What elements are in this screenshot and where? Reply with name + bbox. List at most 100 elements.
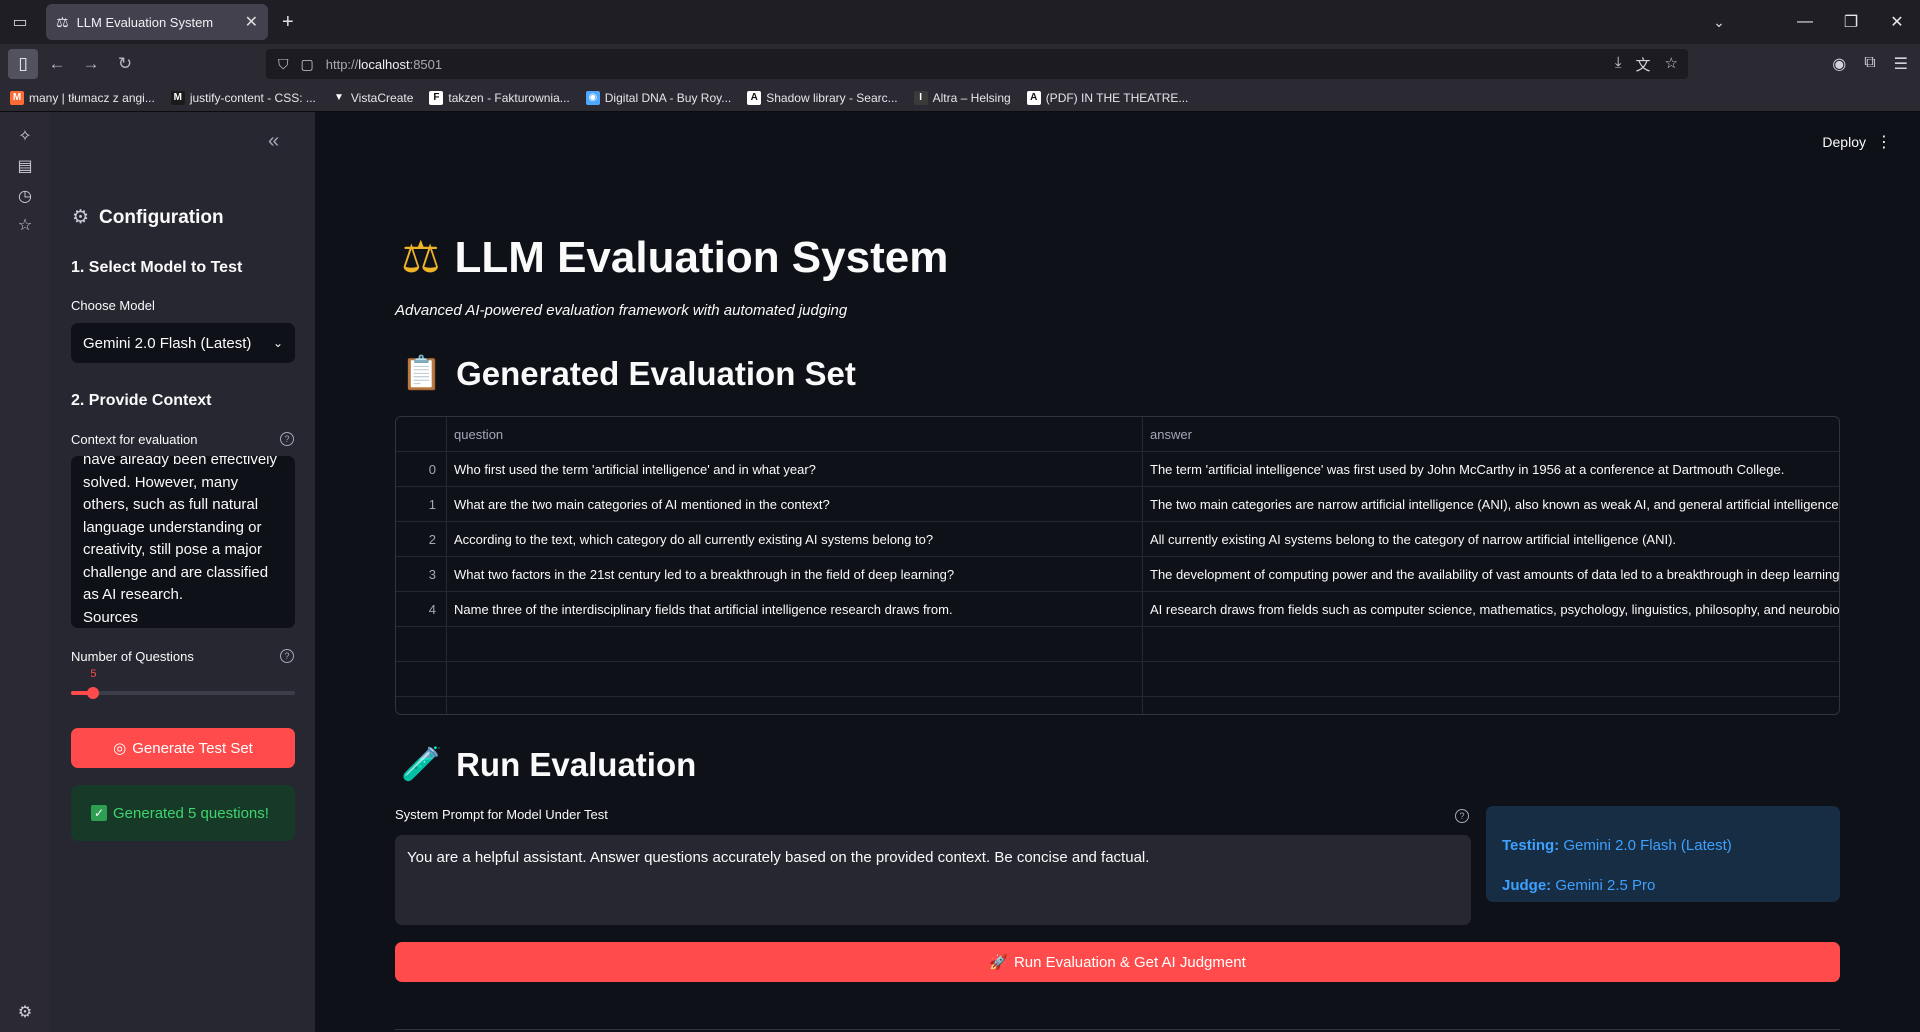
shield-icon[interactable]: ⛉ [278, 56, 289, 73]
answer-cell[interactable]: The development of computing power and t… [1143, 557, 1839, 591]
answer-cell[interactable]: All currently existing AI systems belong… [1143, 522, 1839, 556]
install-app-icon[interactable]: ⤓ [1615, 54, 1622, 75]
row-index-cell[interactable]: 3 [396, 557, 447, 591]
generate-button-label: Generate Test Set [132, 739, 253, 757]
firefox-view-icon[interactable]: ▭ [0, 0, 40, 44]
question-cell[interactable]: Who first used the term 'artificial inte… [447, 452, 1143, 486]
table-row[interactable]: 3 What two factors in the 21st century le… [396, 557, 1839, 592]
empty-table-row[interactable] [396, 662, 1839, 697]
close-window-icon[interactable]: ✕ [1874, 12, 1920, 32]
empty-cell[interactable] [396, 627, 447, 661]
system-prompt-textarea[interactable]: You are a helpful assistant. Answer ques… [395, 835, 1471, 925]
restore-icon[interactable]: ❐ [1828, 12, 1874, 32]
column-header-question[interactable]: question [447, 417, 1143, 451]
empty-cell[interactable] [1143, 662, 1839, 696]
column-header-answer[interactable]: answer [1143, 417, 1839, 451]
run-evaluation-button[interactable]: 🚀 Run Evaluation & Get AI Judgment [395, 942, 1840, 982]
judge-line: Judge: Gemini 2.5 Pro [1502, 866, 1824, 906]
success-message: Generated 5 questions! [113, 804, 269, 822]
testing-label: Testing: [1502, 837, 1560, 854]
context-textarea[interactable]: have already been effectively solved. How… [71, 456, 295, 628]
empty-cell[interactable] [447, 662, 1143, 696]
sidebar-toggle-icon[interactable]: ▯ [8, 49, 38, 79]
system-prompt-label: System Prompt for Model Under Test [395, 807, 608, 822]
help-icon[interactable]: ? [280, 432, 294, 446]
model-select[interactable]: Gemini 2.0 Flash (Latest) ⌄ [71, 323, 295, 363]
index-header-cell[interactable] [396, 417, 447, 451]
account-icon[interactable]: ◉ [1832, 54, 1846, 74]
bookmarks-icon[interactable]: ☆ [14, 215, 36, 235]
bookmark-item[interactable]: I Altra – Helsing [913, 90, 1011, 105]
url-bar[interactable]: ⛉ ▢ http://localhost:8501 ⤓ 文 ☆ [266, 49, 1688, 79]
list-tabs-icon[interactable]: ⌄ [1704, 0, 1734, 44]
testing-value: Gemini 2.0 Flash (Latest) [1563, 837, 1732, 854]
minimize-icon[interactable]: — [1782, 13, 1828, 31]
section-provide-context: 2. Provide Context [71, 392, 212, 409]
page-icon: ▢ [300, 55, 314, 72]
empty-cell[interactable] [396, 662, 447, 696]
translate-icon[interactable]: 文 [1636, 54, 1651, 75]
bookmark-item[interactable]: A Shadow library - Searc... [747, 90, 898, 105]
url-host: localhost [358, 56, 410, 72]
rocket-icon: 🚀 [989, 954, 1008, 971]
synced-tabs-icon[interactable]: ▤ [14, 156, 36, 176]
bookmark-item[interactable]: Mmany | tłumacz z angi... [10, 90, 155, 105]
row-index-cell[interactable]: 2 [396, 522, 447, 556]
help-icon[interactable]: ? [280, 649, 294, 663]
row-index-cell[interactable]: 0 [396, 452, 447, 486]
ai-chat-icon[interactable]: ✧ [14, 126, 36, 146]
empty-cell[interactable] [447, 627, 1143, 661]
collapse-sidebar-icon[interactable]: « [268, 130, 279, 153]
help-icon[interactable]: ? [1455, 809, 1469, 823]
reload-icon[interactable]: ↻ [110, 49, 140, 79]
customize-sidebar-icon[interactable]: ⚙ [14, 1002, 36, 1022]
empty-cell[interactable] [396, 697, 447, 714]
row-index-cell[interactable]: 4 [396, 592, 447, 626]
question-cell[interactable]: According to the text, which category do… [447, 522, 1143, 556]
table-row[interactable]: 2 According to the text, which category d… [396, 522, 1839, 557]
firefox-sidebar: ✧ ▤ ◷ ☆ ⚙ [0, 112, 50, 1032]
empty-cell[interactable] [447, 697, 1143, 714]
bookmark-item[interactable]: Mjustify-content - CSS: ... [170, 90, 316, 105]
testing-line: Testing: Gemini 2.0 Flash (Latest) [1502, 826, 1824, 866]
question-cell[interactable]: What are the two main categories of AI m… [447, 487, 1143, 521]
answer-cell[interactable]: The term 'artificial intelligence' was f… [1143, 452, 1839, 486]
more-options-icon[interactable]: ⋮ [1876, 132, 1892, 152]
eval-set-table[interactable]: question answer 0 Who first used the term '… [395, 416, 1840, 715]
bookmark-label: Shadow library - Searc... [766, 90, 898, 105]
empty-table-row[interactable] [396, 627, 1839, 662]
slider-track[interactable] [71, 691, 295, 695]
bookmark-favicon-icon: ▼ [331, 90, 346, 105]
generate-test-set-button[interactable]: ◎ Generate Test Set [71, 728, 295, 768]
browser-tab[interactable]: ⚖ LLM Evaluation System ✕ [46, 4, 268, 40]
bookmark-star-icon[interactable]: ☆ [1665, 54, 1678, 75]
empty-table-row[interactable] [396, 697, 1839, 714]
menu-icon[interactable]: ☰ [1894, 54, 1908, 74]
bookmark-item[interactable]: A (PDF) IN THE THEATRE... [1026, 90, 1188, 105]
window-controls: — ❐ ✕ [1782, 0, 1920, 44]
deploy-button[interactable]: Deploy [1822, 134, 1866, 150]
empty-cell[interactable] [1143, 697, 1839, 714]
extensions-icon[interactable]: ⧉ [1864, 54, 1875, 74]
new-tab-icon[interactable]: + [282, 11, 294, 34]
answer-cell[interactable]: AI research draws from fields such as co… [1143, 592, 1839, 626]
bookmark-favicon-icon: A [747, 90, 762, 105]
question-cell[interactable]: Name three of the interdisciplinary fiel… [447, 592, 1143, 626]
close-tab-icon[interactable]: ✕ [245, 12, 258, 32]
browser-navbar: ▯ ← → ↻ ⛉ ▢ http://localhost:8501 ⤓ 文 ☆ … [0, 44, 1920, 84]
back-icon[interactable]: ← [42, 49, 72, 79]
slider-value: 5 [90, 668, 97, 680]
table-row[interactable]: 4 Name three of the interdisciplinary fie… [396, 592, 1839, 627]
empty-cell[interactable] [1143, 627, 1839, 661]
history-icon[interactable]: ◷ [14, 186, 36, 206]
table-row[interactable]: 0 Who first used the term 'artificial int… [396, 452, 1839, 487]
table-row[interactable]: 1 What are the two main categories of AI … [396, 487, 1839, 522]
answer-cell[interactable]: The two main categories are narrow artif… [1143, 487, 1839, 521]
bookmark-item[interactable]: ▼ VistaCreate [331, 90, 413, 105]
question-cell[interactable]: What two factors in the 21st century led… [447, 557, 1143, 591]
slider-thumb[interactable] [87, 687, 100, 699]
row-index-cell[interactable]: 1 [396, 487, 447, 521]
forward-icon[interactable]: → [76, 49, 106, 79]
bookmark-item[interactable]: Ftakzen - Fakturownia... [429, 90, 570, 105]
bookmark-item[interactable]: ◉ Digital DNA - Buy Roy... [585, 90, 731, 105]
